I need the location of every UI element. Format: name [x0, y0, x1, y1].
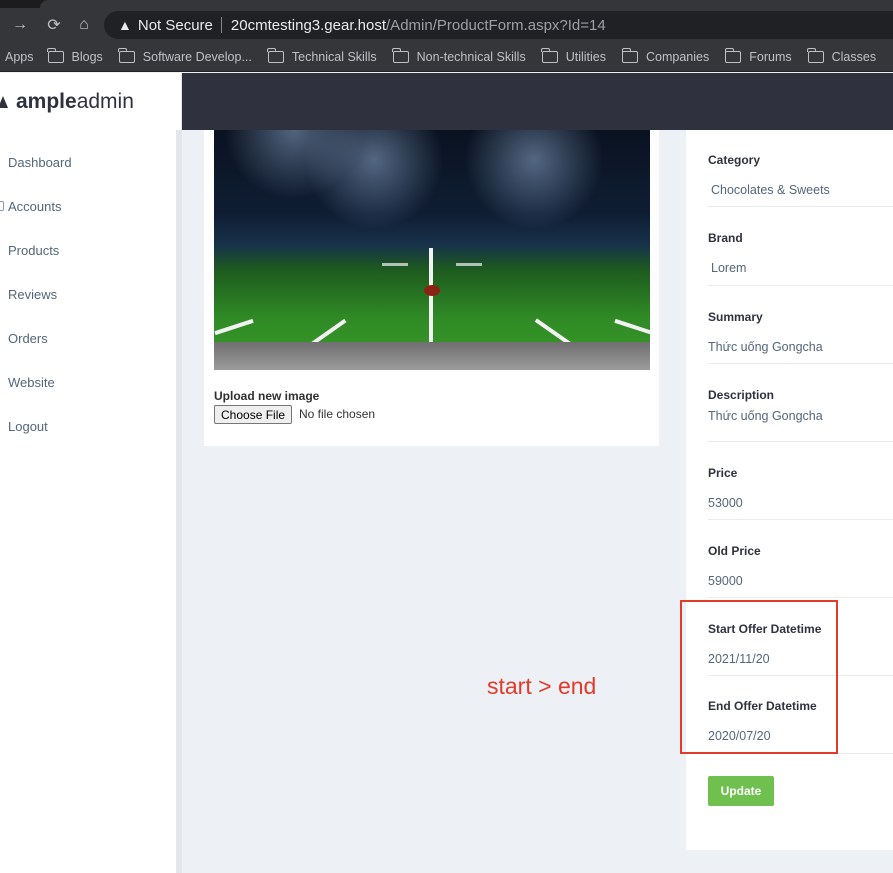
category-select[interactable]: Chocolates & Sweets: [711, 183, 830, 197]
sidebar-item-reviews[interactable]: Reviews: [0, 284, 57, 304]
sidebar-item-logout[interactable]: Logout: [0, 416, 48, 436]
folder-icon: [118, 47, 135, 63]
annotation-highlight-box: [680, 600, 838, 754]
folder-icon: [47, 47, 64, 63]
logo[interactable]: ample admin: [0, 73, 182, 130]
forward-icon[interactable]: →: [8, 16, 32, 34]
price-label: Price: [708, 466, 738, 480]
bookmark-folder[interactable]: Forums: [724, 47, 792, 64]
address-bar[interactable]: ▲ Not Secure 20cmtesting3.gear.host/Admi…: [104, 11, 893, 39]
summary-input[interactable]: Thức uống Gongcha: [708, 340, 823, 354]
football: [424, 285, 440, 296]
sidebar-item-accounts[interactable]: Accounts: [0, 196, 61, 216]
sidebar-item-website[interactable]: Website: [0, 372, 55, 392]
sidebar-item-orders[interactable]: Orders: [0, 328, 48, 348]
old-price-input[interactable]: 59000: [708, 574, 743, 588]
app-header: ample admin: [0, 73, 893, 130]
sidebar-item-dashboard[interactable]: Dashboard: [0, 152, 72, 172]
description-input[interactable]: Thức uống Gongcha: [708, 409, 823, 423]
bookmark-folder[interactable]: Companies: [621, 47, 709, 64]
category-label: Category: [708, 153, 761, 167]
bookmark-folder[interactable]: Software Develop...: [118, 47, 252, 64]
browser-toolbar: → ⟳ ⌂ ▲ Not Secure 20cmtesting3.gear.hos…: [0, 8, 893, 42]
bookmark-folder[interactable]: Non-technical Skills: [392, 47, 526, 64]
description-label: Description: [708, 388, 775, 402]
annotation-text: start > end: [487, 673, 597, 699]
logo-icon: [0, 95, 8, 108]
summary-label: Summary: [708, 310, 763, 324]
bookmark-folder[interactable]: Classes: [807, 47, 876, 64]
url-host: 20cmtesting3.gear.host: [230, 16, 387, 34]
sidebar-item-products[interactable]: Products: [0, 240, 59, 260]
bookmark-folder[interactable]: Utilities: [541, 47, 606, 64]
warning-icon: ▲: [118, 17, 132, 33]
url-path: /Admin/ProductForm.aspx?Id=14: [386, 16, 606, 34]
home-icon[interactable]: ⌂: [72, 16, 96, 34]
bookmark-folder[interactable]: Technical Skills: [267, 47, 377, 64]
upload-image-label: Upload new image: [214, 389, 320, 403]
browser-tab-strip: [0, 0, 893, 8]
old-price-label: Old Price: [708, 544, 761, 558]
bookmarks-bar: Apps Blogs Software Develop... Technical…: [0, 42, 893, 72]
folder-icon: [724, 47, 742, 63]
reload-icon[interactable]: ⟳: [42, 15, 66, 35]
folder-icon: [621, 47, 639, 63]
price-input[interactable]: 53000: [708, 496, 743, 510]
account-icon: [0, 201, 4, 211]
brand-label: Brand: [708, 231, 743, 245]
folder-icon: [392, 47, 409, 63]
security-label: Not Secure: [137, 16, 213, 34]
brand-select[interactable]: Lorem: [711, 261, 746, 275]
folder-icon: [541, 47, 558, 63]
folder-icon: [267, 47, 284, 63]
bookmark-apps[interactable]: Apps: [5, 50, 34, 64]
file-status: No file chosen: [299, 407, 376, 421]
product-image: [214, 130, 650, 370]
folder-icon: [807, 47, 824, 63]
bookmark-folder[interactable]: Blogs: [47, 47, 103, 64]
choose-file-button[interactable]: Choose File: [214, 405, 293, 424]
update-button[interactable]: Update: [708, 776, 774, 806]
